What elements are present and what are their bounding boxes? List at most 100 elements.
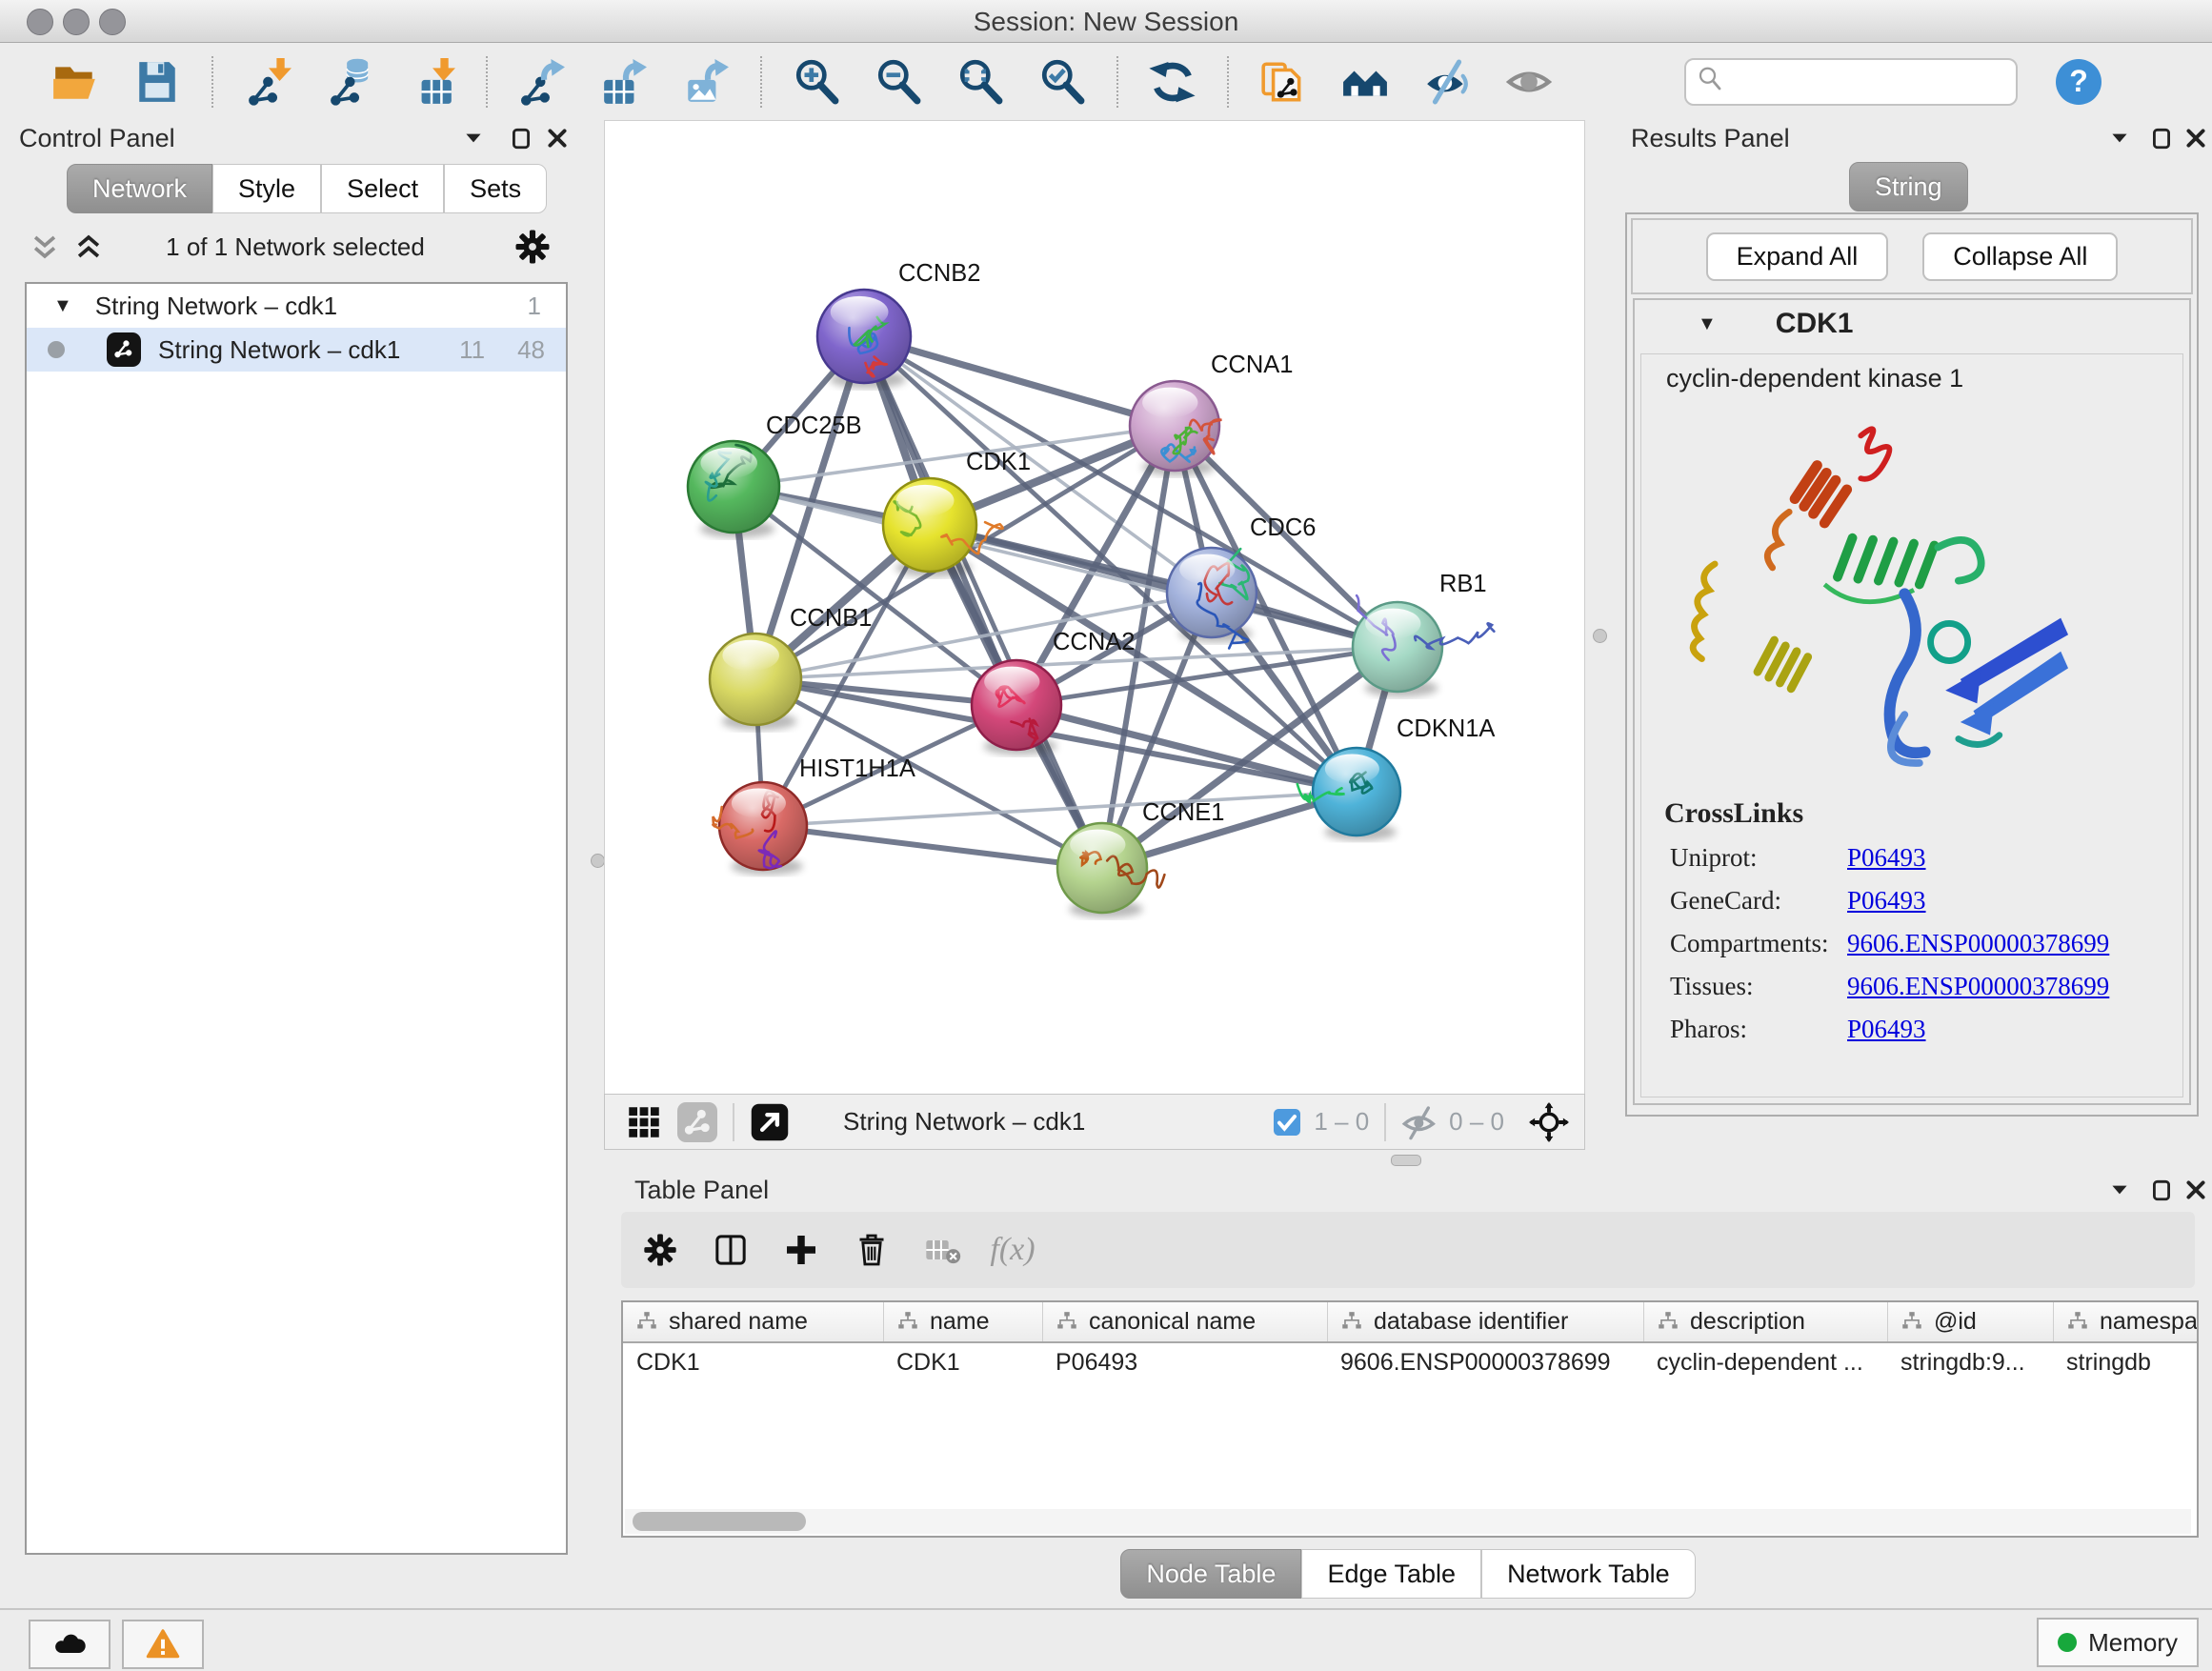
help-button[interactable]: ? bbox=[2056, 59, 2101, 105]
network-options-gear-icon[interactable] bbox=[513, 227, 553, 267]
expand-all-button[interactable]: Expand All bbox=[1706, 232, 1889, 281]
table-horizontal-scrollbar[interactable] bbox=[625, 1509, 2191, 1534]
cloud-icon bbox=[52, 1627, 87, 1661]
memory-button[interactable]: Memory bbox=[2037, 1618, 2199, 1667]
import-network-database-icon[interactable] bbox=[326, 58, 373, 106]
refresh-view-icon[interactable] bbox=[1149, 58, 1196, 106]
crosslink-link[interactable]: 9606.ENSP00000378699 bbox=[1847, 972, 2109, 1001]
home-icon[interactable] bbox=[1341, 58, 1389, 106]
tab-network[interactable]: Network bbox=[67, 164, 212, 213]
network-row[interactable]: String Network – cdk1 11 48 bbox=[27, 328, 566, 372]
results-panel-float-icon[interactable] bbox=[2145, 122, 2178, 154]
hide-graphics-details-icon[interactable] bbox=[1423, 58, 1471, 106]
results-panel-collapse-icon[interactable] bbox=[2103, 122, 2136, 154]
delete-column-icon[interactable] bbox=[850, 1228, 894, 1272]
open-session-icon[interactable] bbox=[51, 58, 99, 106]
control-panel-close-icon[interactable] bbox=[541, 122, 573, 154]
horizontal-splitter-handle[interactable] bbox=[1391, 1155, 1421, 1166]
network-collection-row[interactable]: ▼ String Network – cdk1 1 bbox=[27, 284, 566, 328]
column-header-database-identifier[interactable]: database identifier bbox=[1327, 1302, 1643, 1341]
protein-structure-image bbox=[1670, 408, 2080, 798]
network-view-mode-icon[interactable] bbox=[677, 1102, 717, 1142]
tab-string[interactable]: String bbox=[1849, 162, 1968, 211]
crosslink-link[interactable]: P06493 bbox=[1847, 843, 1926, 873]
select-columns-icon[interactable] bbox=[709, 1228, 753, 1272]
collapse-all-button[interactable]: Collapse All bbox=[1922, 232, 2118, 281]
memory-label: Memory bbox=[2088, 1628, 2178, 1658]
crosslink-link[interactable]: P06493 bbox=[1847, 1015, 1926, 1044]
grid-view-icon[interactable] bbox=[624, 1102, 664, 1142]
tab-node-table[interactable]: Node Table bbox=[1120, 1549, 1301, 1599]
results-panel-close-icon[interactable] bbox=[2180, 122, 2212, 154]
network-status-dot bbox=[48, 341, 65, 358]
tree-expander-icon[interactable]: ▼ bbox=[53, 295, 72, 317]
zoom-selected-icon[interactable] bbox=[1038, 58, 1086, 106]
column-header-name[interactable]: name bbox=[883, 1302, 1042, 1341]
left-splitter-handle[interactable] bbox=[591, 854, 605, 868]
network-canvas[interactable]: CCNB2 CCNA1 CDC25B CDK1 CDC6 R bbox=[604, 120, 1585, 1096]
collapse-all-tree-icon[interactable] bbox=[29, 231, 61, 263]
left-splitter[interactable] bbox=[590, 120, 604, 1608]
expand-all-tree-icon[interactable] bbox=[72, 231, 105, 263]
hidden-eye-icon[interactable] bbox=[1401, 1103, 1439, 1141]
export-table-icon[interactable] bbox=[600, 58, 648, 106]
zoom-out-icon[interactable] bbox=[875, 58, 922, 106]
node-CCNA1: CCNA1 bbox=[1130, 352, 1293, 476]
table-row[interactable]: CDK1CDK1P064939606.ENSP00000378699cyclin… bbox=[623, 1343, 2197, 1382]
zoom-in-icon[interactable] bbox=[793, 58, 840, 106]
gene-entry: ▼ CDK1 cyclin-dependent kinase 1 bbox=[1633, 298, 2191, 1105]
crosslink-link[interactable]: 9606.ENSP00000378699 bbox=[1847, 929, 2109, 958]
string-results-container: Expand All Collapse All ▼ CDK1 cyclin-de… bbox=[1625, 212, 2199, 1117]
birdseye-view-icon[interactable] bbox=[1505, 58, 1553, 106]
entry-expander-icon[interactable]: ▼ bbox=[1698, 313, 1717, 335]
zoom-fit-icon[interactable] bbox=[956, 58, 1004, 106]
toolbar-separator bbox=[211, 56, 213, 108]
node-label-RB1: RB1 bbox=[1439, 571, 1487, 597]
gene-entry-header[interactable]: ▼ CDK1 bbox=[1635, 300, 2189, 348]
cloud-status-button[interactable] bbox=[29, 1620, 111, 1669]
import-table-file-icon[interactable] bbox=[408, 58, 455, 106]
save-session-icon[interactable] bbox=[133, 58, 181, 106]
column-header-namespace[interactable]: namespace bbox=[2053, 1302, 2199, 1341]
column-header-canonical-name[interactable]: canonical name bbox=[1042, 1302, 1327, 1341]
tab-network-table[interactable]: Network Table bbox=[1481, 1549, 1696, 1599]
search-input[interactable] bbox=[1724, 66, 1985, 97]
table-panel-title: Table Panel bbox=[634, 1176, 769, 1205]
control-panel-title: Control Panel bbox=[19, 124, 175, 153]
detach-view-icon[interactable] bbox=[750, 1102, 790, 1142]
tab-edge-table[interactable]: Edge Table bbox=[1301, 1549, 1481, 1599]
tab-sets[interactable]: Sets bbox=[444, 164, 547, 213]
search-box[interactable] bbox=[1684, 58, 2018, 106]
crosslink-link[interactable]: P06493 bbox=[1847, 886, 1926, 916]
search-icon bbox=[1696, 65, 1724, 98]
cell-@id: stringdb:9... bbox=[1887, 1343, 2053, 1382]
right-splitter-handle[interactable] bbox=[1593, 629, 1607, 643]
crosslink-label: Uniprot: bbox=[1670, 843, 1847, 873]
add-column-icon[interactable] bbox=[779, 1228, 823, 1272]
control-panel-collapse-icon[interactable] bbox=[457, 122, 490, 154]
table-panel-float-icon[interactable] bbox=[2145, 1174, 2178, 1206]
table-panel-collapse-icon[interactable] bbox=[2103, 1174, 2136, 1206]
column-header-shared-name[interactable]: shared name bbox=[623, 1302, 883, 1341]
network-row-label: String Network – cdk1 bbox=[158, 335, 400, 365]
export-network-icon[interactable] bbox=[518, 58, 566, 106]
selected-counts: 1 – 0 bbox=[1314, 1107, 1369, 1137]
crosslink-label: Tissues: bbox=[1670, 972, 1847, 1001]
tab-style[interactable]: Style bbox=[212, 164, 321, 213]
scrollbar-thumb[interactable] bbox=[633, 1512, 806, 1531]
control-panel-float-icon[interactable] bbox=[505, 122, 537, 154]
duplicate-network-icon[interactable] bbox=[1259, 58, 1307, 106]
crosshair-icon[interactable] bbox=[1529, 1102, 1569, 1142]
import-network-file-icon[interactable] bbox=[244, 58, 292, 106]
gene-entry-body: cyclin-dependent kinase 1 bbox=[1640, 353, 2183, 1097]
column-header-@id[interactable]: @id bbox=[1887, 1302, 2053, 1341]
tab-select[interactable]: Select bbox=[321, 164, 444, 213]
table-panel-close-icon[interactable] bbox=[2180, 1174, 2212, 1206]
column-header-description[interactable]: description bbox=[1643, 1302, 1887, 1341]
table-settings-gear-icon[interactable] bbox=[638, 1228, 682, 1272]
crosslink-label: Compartments: bbox=[1670, 929, 1847, 958]
warnings-button[interactable] bbox=[122, 1620, 204, 1669]
export-image-icon[interactable] bbox=[682, 58, 730, 106]
warning-icon bbox=[146, 1627, 180, 1661]
selected-checkbox-icon[interactable] bbox=[1272, 1107, 1302, 1137]
